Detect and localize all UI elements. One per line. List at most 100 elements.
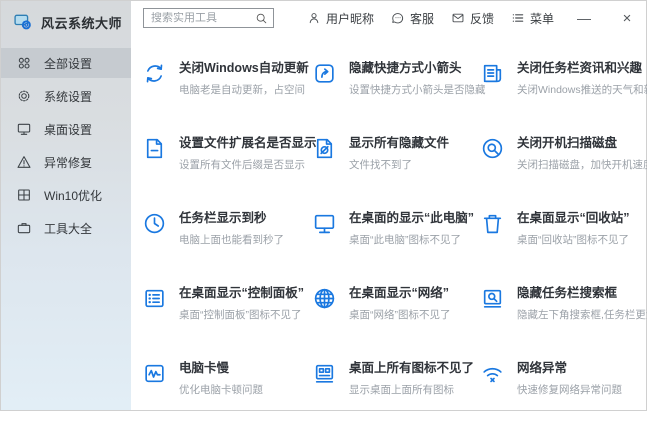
tool-card-title: 关闭Windows自动更新 [179,61,309,77]
support-label: 客服 [410,10,434,27]
tool-card-hide-shortcut-arrows[interactable]: 隐藏快捷方式小箭头 设置快捷方式小箭头是否隐藏 [311,49,479,124]
tool-card-subtitle: 显示桌面上面所有图标 [349,382,474,397]
tool-card-title: 在桌面显示“控制面板” [179,286,304,302]
tool-card-disable-windows-update[interactable]: 关闭Windows自动更新 电脑老是自动更新，占空间 [141,49,311,124]
tool-card-show-recycle-bin[interactable]: 在桌面显示“回收站” 桌面“回收站”图标不见了 [479,199,647,274]
support-button[interactable]: 客服 [391,10,434,27]
tool-card-subtitle: 优化电脑卡顿问题 [179,382,263,397]
tool-card-show-network[interactable]: 在桌面显示“网络” 桌面“网络”图标不见了 [311,274,479,349]
user-button[interactable]: 用户昵称 [307,10,374,27]
tool-card-subtitle: 电脑老是自动更新，占空间 [179,82,309,97]
user-icon [307,11,321,25]
tool-card-title: 网络异常 [517,361,622,377]
app-title: 风云系统大师 [41,13,122,32]
chat-bubble-icon [391,11,405,25]
tool-card-show-this-pc[interactable]: 在桌面的显示“此电脑” 桌面“此电脑”图标不见了 [311,199,479,274]
search-icon[interactable] [255,12,268,25]
tool-card-disable-disk-scan[interactable]: 关闭开机扫描磁盘 关闭扫描磁盘，加快开机速度 [479,124,647,199]
wifi-error-icon [479,361,506,424]
sidebar-nav: 全部设置 系统设置 桌面设置 异常修复 [1,48,131,243]
tool-card-taskbar-seconds[interactable]: 任务栏显示到秒 电脑上面也能看到秒了 [141,199,311,274]
tool-card-subtitle: 快速修复网络异常问题 [517,382,622,397]
tool-card-title: 关闭开机扫描磁盘 [517,136,647,152]
hidden-file-icon [311,136,338,199]
tool-card-subtitle: 关闭扫描磁盘，加快开机速度 [517,157,647,172]
sidebar: 风云系统大师 全部设置 系统设置 桌面设置 [1,1,131,410]
sidebar-item-error-repair[interactable]: 异常修复 [1,147,131,177]
feedback-button[interactable]: 反馈 [451,10,494,27]
tool-card-file-extensions[interactable]: 设置文件扩展名是否显示 设置所有文件后缀是否显示 [141,124,311,199]
tool-card-grid: 关闭Windows自动更新 电脑老是自动更新，占空间 隐藏快捷方式小箭头 设置快… [141,49,647,424]
warning-triangle-icon [16,154,32,170]
sidebar-item-label: 系统设置 [44,88,92,105]
tool-card-title: 桌面上所有图标不见了 [349,361,474,377]
tool-card-subtitle: 桌面“回收站”图标不见了 [517,232,630,247]
minimize-button[interactable]: — [571,5,597,31]
window-grid-icon [16,187,32,203]
tool-card-show-control-panel[interactable]: 在桌面显示“控制面板” 桌面“控制面板”图标不见了 [141,274,311,349]
search-input[interactable] [151,12,255,24]
tool-card-subtitle: 电脑上面也能看到秒了 [179,232,284,247]
refresh-icon [141,61,168,124]
user-label: 用户昵称 [326,10,374,27]
tool-card-subtitle: 桌面“控制面板”图标不见了 [179,307,304,322]
tool-card-hide-taskbar-search[interactable]: 隐藏任务栏搜索框 隐藏左下角搜索框,任务栏更清爽 [479,274,647,349]
feedback-label: 反馈 [470,10,494,27]
search-box[interactable] [143,8,274,28]
tool-card-show-all-desktop-icons[interactable]: 桌面上所有图标不见了 显示桌面上面所有图标 [311,349,479,424]
shortcut-arrow-icon [311,61,338,124]
tool-card-disable-news-interests[interactable]: 关闭任务栏资讯和兴趣 关闭Windows推送的天气和新闻 [479,49,647,124]
monitor-icon [16,121,32,137]
sidebar-item-tools[interactable]: 工具大全 [1,213,131,243]
tool-card-title: 设置文件扩展名是否显示 [179,136,317,152]
tool-card-title: 任务栏显示到秒 [179,211,284,227]
tool-card-title: 隐藏快捷方式小箭头 [349,61,486,77]
tool-card-title: 在桌面显示“网络” [349,286,451,302]
tool-card-title: 隐藏任务栏搜索框 [517,286,647,302]
clock-icon [141,211,168,274]
tool-card-title: 电脑卡慢 [179,361,263,377]
mail-icon [451,11,465,25]
tool-card-title: 关闭任务栏资讯和兴趣 [517,61,647,77]
app-logo-row: 风云系统大师 [1,1,131,32]
file-extension-icon [141,136,168,199]
sidebar-item-all-settings[interactable]: 全部设置 [1,48,131,78]
close-button[interactable]: × [614,5,640,31]
tool-card-title: 在桌面的显示“此电脑” [349,211,474,227]
news-icon [479,61,506,124]
search-box-icon [479,286,506,349]
menu-button[interactable]: 菜单 [511,10,554,27]
tool-card-subtitle: 设置快捷方式小箭头是否隐藏 [349,82,486,97]
sidebar-item-label: Win10优化 [44,187,102,204]
tool-card-subtitle: 桌面“此电脑”图标不见了 [349,232,474,247]
sidebar-item-desktop-settings[interactable]: 桌面设置 [1,114,131,144]
sidebar-item-label: 全部设置 [44,55,92,72]
sidebar-item-label: 工具大全 [44,220,92,237]
tool-card-subtitle: 隐藏左下角搜索框,任务栏更清爽 [517,307,647,322]
topbar-actions: 用户昵称 客服 反馈 菜单 — × [307,1,640,35]
tool-card-subtitle: 设置所有文件后缀是否显示 [179,157,317,172]
disk-scan-icon [479,136,506,199]
tool-card-title: 显示所有隐藏文件 [349,136,449,152]
sidebar-item-system-settings[interactable]: 系统设置 [1,81,131,111]
tool-card-subtitle: 桌面“网络”图标不见了 [349,307,451,322]
sidebar-item-label: 桌面设置 [44,121,92,138]
app-logo-icon [13,12,33,32]
desktop-icons-icon [311,361,338,424]
pulse-icon [141,361,168,424]
topbar: 用户昵称 客服 反馈 菜单 — × [131,1,646,35]
tool-card-network-error[interactable]: 网络异常 快速修复网络异常问题 [479,349,647,424]
sidebar-item-label: 异常修复 [44,154,92,171]
tool-card-subtitle: 文件找不到了 [349,157,449,172]
tool-card-title: 在桌面显示“回收站” [517,211,630,227]
globe-icon [311,286,338,349]
control-panel-icon [141,286,168,349]
list-menu-icon [511,11,525,25]
menu-label: 菜单 [530,10,554,27]
trash-icon [479,211,506,274]
tool-card-slow-pc[interactable]: 电脑卡慢 优化电脑卡顿问题 [141,349,311,424]
gear-icon [16,88,32,104]
grid-circles-icon [16,55,32,71]
sidebar-item-win10-optimize[interactable]: Win10优化 [1,180,131,210]
tool-card-show-hidden-files[interactable]: 显示所有隐藏文件 文件找不到了 [311,124,479,199]
